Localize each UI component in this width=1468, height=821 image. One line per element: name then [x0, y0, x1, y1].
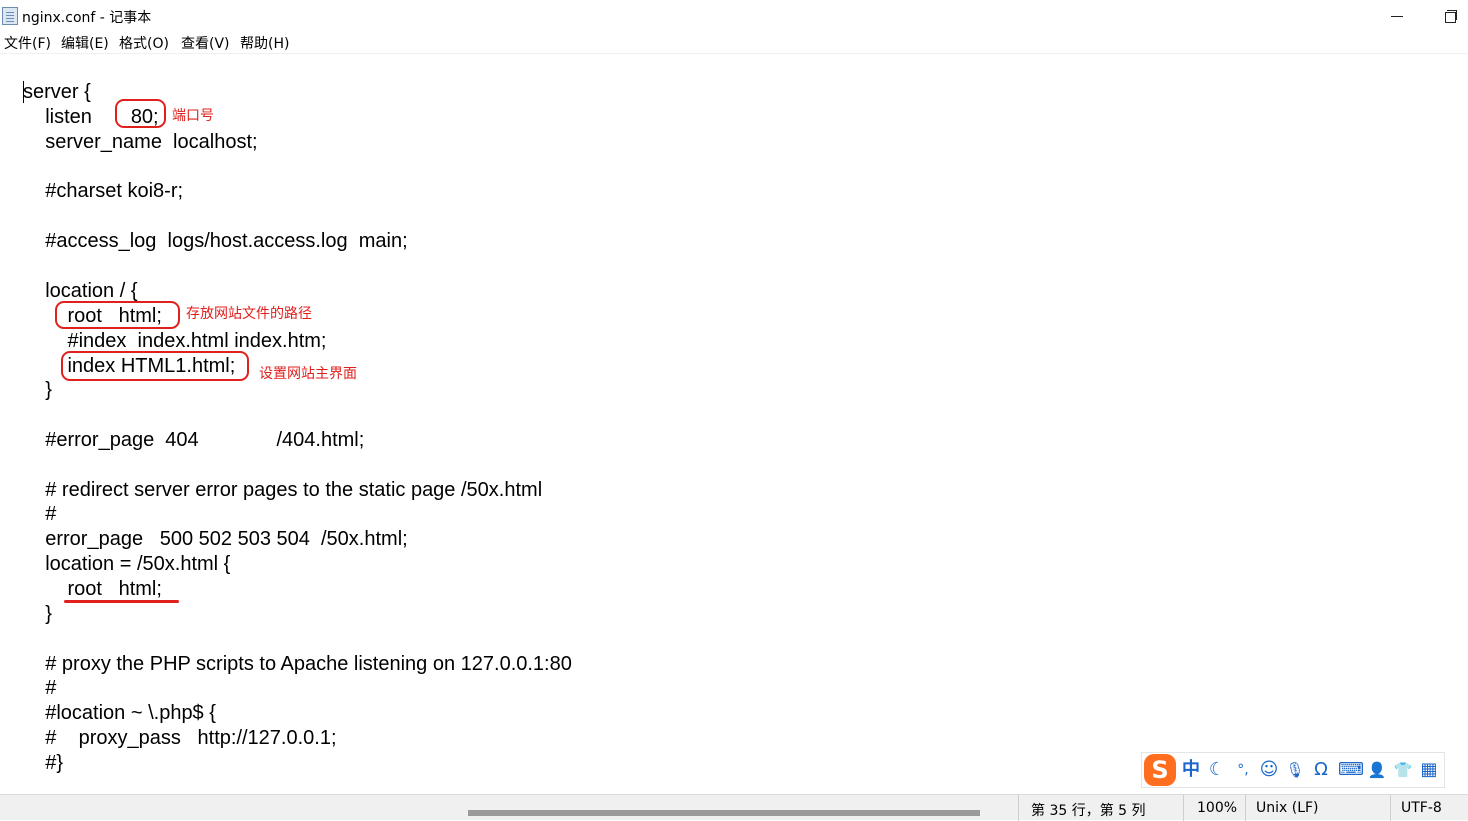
punctuation-icon[interactable]: °,	[1232, 759, 1254, 781]
symbol-omega-icon[interactable]: Ω	[1310, 759, 1332, 781]
code-line: #	[23, 503, 57, 525]
text-editor[interactable]: server { listen 80; server_name localhos…	[0, 54, 1468, 792]
code-line: # redirect server error pages to the sta…	[23, 479, 543, 501]
code-line: error_page 500 502 503 504 /50x.html;	[23, 528, 408, 550]
code-line: #index index.html index.htm;	[23, 330, 327, 352]
zoom-level: 100%	[1197, 800, 1238, 816]
menu-view[interactable]: 查看(V)	[180, 33, 231, 53]
ime-toolbar[interactable]: S 中 ☾ °, ☺ 🎙 Ω ⌨ 👤 👕 ▦	[1141, 752, 1445, 788]
root-annotation: 存放网站文件的路径	[186, 306, 312, 322]
menu-edit[interactable]: 编辑(E)	[60, 33, 110, 53]
code-line: #	[23, 677, 57, 699]
minimize-button[interactable]	[1374, 0, 1420, 32]
code-line: #}	[23, 752, 64, 774]
code-line: server_name localhost;	[23, 131, 258, 153]
restore-button[interactable]	[1428, 0, 1468, 32]
code-line: # proxy_pass http://127.0.0.1;	[23, 727, 337, 749]
code-line: }	[23, 379, 52, 401]
sogou-logo-icon[interactable]: S	[1144, 754, 1176, 786]
microphone-icon[interactable]: 🎙	[1284, 759, 1306, 781]
code-line: #location ~ \.php$ {	[23, 702, 216, 724]
apps-grid-icon[interactable]: ▦	[1418, 759, 1440, 781]
code-line: }	[23, 603, 52, 625]
code-line: #access_log logs/host.access.log main;	[23, 230, 408, 252]
code-line: location / {	[23, 280, 138, 302]
encoding: UTF-8	[1401, 800, 1442, 816]
code-line: server {	[23, 81, 91, 103]
keyboard-icon[interactable]: ⌨	[1338, 759, 1364, 781]
root-underline	[64, 600, 179, 603]
port-highlight-circle	[115, 99, 166, 128]
menu-bar: 文件(F) 编辑(E) 格式(O) 查看(V) 帮助(H)	[0, 32, 1468, 54]
code-line: # proxy the PHP scripts to Apache listen…	[23, 653, 572, 675]
chinese-mode-icon[interactable]: 中	[1180, 759, 1202, 781]
root-highlight-circle	[55, 301, 180, 329]
menu-format[interactable]: 格式(O)	[118, 33, 170, 53]
skin-shirt-icon[interactable]: 👕	[1392, 759, 1414, 781]
port-annotation: 端口号	[172, 108, 214, 124]
notepad-icon	[2, 7, 18, 25]
horizontal-scrollbar-thumb[interactable]	[468, 810, 980, 816]
moon-icon[interactable]: ☾	[1206, 759, 1228, 781]
emoji-icon[interactable]: ☺	[1258, 759, 1280, 781]
cursor-position: 第 35 行，第 5 列	[1031, 803, 1146, 819]
code-line: #error_page 404 /404.html;	[23, 429, 365, 451]
line-ending: Unix (LF)	[1256, 800, 1319, 816]
title-bar: nginx.conf - 记事本	[0, 0, 1468, 32]
user-icon[interactable]: 👤	[1366, 759, 1388, 781]
code-line: root html;	[23, 578, 162, 600]
index-highlight-circle	[61, 351, 249, 381]
menu-help[interactable]: 帮助(H)	[239, 33, 290, 53]
index-annotation: 设置网站主界面	[259, 366, 357, 382]
window-title: nginx.conf - 记事本	[22, 10, 152, 26]
menu-file[interactable]: 文件(F)	[3, 33, 52, 53]
code-line: #charset koi8-r;	[23, 180, 184, 202]
code-line: location = /50x.html {	[23, 553, 231, 575]
status-bar: 第 35 行，第 5 列 100% Unix (LF) UTF-8	[0, 794, 1468, 821]
